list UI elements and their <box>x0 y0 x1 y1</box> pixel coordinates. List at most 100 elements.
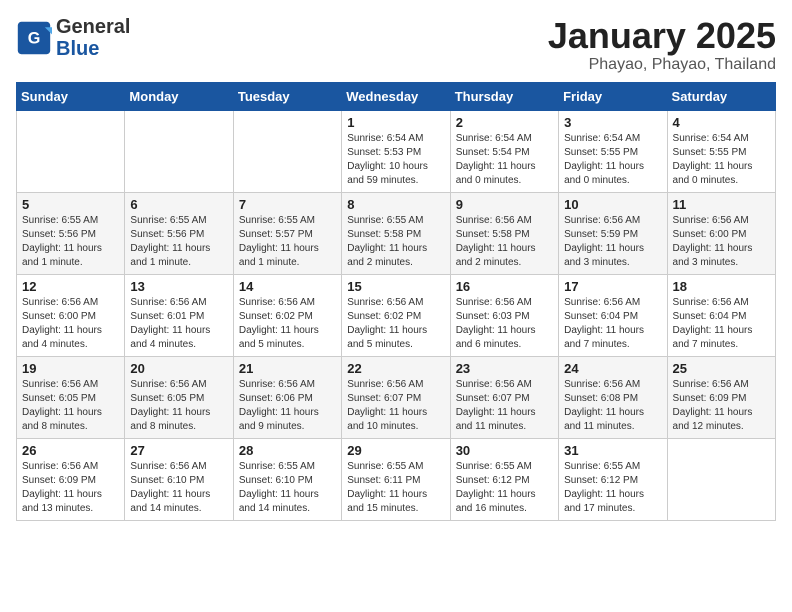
weekday-header-thursday: Thursday <box>450 82 558 110</box>
day-number: 22 <box>347 361 444 376</box>
calendar-cell: 3Sunrise: 6:54 AM Sunset: 5:55 PM Daylig… <box>559 110 667 192</box>
weekday-header-wednesday: Wednesday <box>342 82 450 110</box>
calendar-cell: 29 Sunrise: 6:55 AM Sunset: 6:11 PM Dayli… <box>342 438 450 520</box>
day-info: Sunrise: 6:56 AM Sunset: 6:09 PM Dayligh… <box>673 378 770 434</box>
day-info: Sunrise: 6:56 AM Sunset: 6:09 PM Dayligh… <box>22 460 119 516</box>
calendar-cell: 20 Sunrise: 6:56 AM Sunset: 6:05 PM Dayli… <box>125 356 233 438</box>
title-area: January 2025 Phayao, Phayao, Thailand <box>548 16 776 74</box>
day-info: Sunrise: 6:55 AM Sunset: 6:11 PM Dayligh… <box>347 460 444 516</box>
day-number: 28 <box>239 443 336 458</box>
calendar-cell: 17 Sunrise: 6:56 AM Sunset: 6:04 PM Dayli… <box>559 274 667 356</box>
calendar-cell: 10Sunrise: 6:56 AM Sunset: 5:59 PM Dayli… <box>559 192 667 274</box>
day-number: 16 <box>456 279 553 294</box>
calendar-cell: 31Sunrise: 6:55 AM Sunset: 6:12 PM Dayli… <box>559 438 667 520</box>
calendar-cell: 22 Sunrise: 6:56 AM Sunset: 6:07 PM Dayli… <box>342 356 450 438</box>
day-number: 29 <box>347 443 444 458</box>
day-info: Sunrise: 6:56 AM Sunset: 6:07 PM Dayligh… <box>456 378 553 434</box>
day-info: Sunrise: 6:56 AM Sunset: 6:04 PM Dayligh… <box>673 296 770 352</box>
day-info: Sunrise: 6:56 AM Sunset: 6:00 PM Dayligh… <box>673 214 770 270</box>
day-number: 4 <box>673 115 770 130</box>
day-number: 13 <box>130 279 227 294</box>
calendar-week-3: 12 Sunrise: 6:56 AM Sunset: 6:00 PM Dayli… <box>17 274 776 356</box>
day-number: 8 <box>347 197 444 212</box>
day-number: 30 <box>456 443 553 458</box>
day-info: Sunrise: 6:56 AM Sunset: 5:58 PM Dayligh… <box>456 214 553 270</box>
day-number: 12 <box>22 279 119 294</box>
weekday-header-saturday: Saturday <box>667 82 775 110</box>
day-info: Sunrise: 6:56 AM Sunset: 6:01 PM Dayligh… <box>130 296 227 352</box>
day-info: Sunrise: 6:56 AM Sunset: 6:07 PM Dayligh… <box>347 378 444 434</box>
calendar-cell: 30 Sunrise: 6:55 AM Sunset: 6:12 PM Dayli… <box>450 438 558 520</box>
day-info: Sunrise: 6:55 AM Sunset: 5:56 PM Dayligh… <box>22 214 119 270</box>
day-info: Sunrise: 6:54 AM Sunset: 5:55 PM Dayligh… <box>673 132 770 188</box>
day-number: 7 <box>239 197 336 212</box>
day-info: Sunrise: 6:55 AM Sunset: 6:12 PM Dayligh… <box>456 460 553 516</box>
day-info: Sunrise: 6:56 AM Sunset: 6:03 PM Dayligh… <box>456 296 553 352</box>
calendar-week-4: 19Sunrise: 6:56 AM Sunset: 6:05 PM Dayli… <box>17 356 776 438</box>
day-info: Sunrise: 6:56 AM Sunset: 5:59 PM Dayligh… <box>564 214 661 270</box>
calendar-cell <box>125 110 233 192</box>
weekday-header-tuesday: Tuesday <box>233 82 341 110</box>
calendar-cell <box>667 438 775 520</box>
calendar-cell: 16 Sunrise: 6:56 AM Sunset: 6:03 PM Dayli… <box>450 274 558 356</box>
day-number: 21 <box>239 361 336 376</box>
day-info: Sunrise: 6:55 AM Sunset: 6:12 PM Dayligh… <box>564 460 661 516</box>
day-number: 23 <box>456 361 553 376</box>
calendar-cell: 19Sunrise: 6:56 AM Sunset: 6:05 PM Dayli… <box>17 356 125 438</box>
day-info: Sunrise: 6:56 AM Sunset: 6:04 PM Dayligh… <box>564 296 661 352</box>
calendar-week-1: 1Sunrise: 6:54 AM Sunset: 5:53 PM Daylig… <box>17 110 776 192</box>
calendar-cell: 6 Sunrise: 6:55 AM Sunset: 5:56 PM Daylig… <box>125 192 233 274</box>
day-number: 1 <box>347 115 444 130</box>
logo: G General Blue <box>16 16 130 60</box>
calendar-cell <box>17 110 125 192</box>
day-number: 18 <box>673 279 770 294</box>
calendar-cell: 28 Sunrise: 6:55 AM Sunset: 6:10 PM Dayli… <box>233 438 341 520</box>
day-info: Sunrise: 6:56 AM Sunset: 6:00 PM Dayligh… <box>22 296 119 352</box>
calendar-cell: 12 Sunrise: 6:56 AM Sunset: 6:00 PM Dayli… <box>17 274 125 356</box>
calendar-cell: 24 Sunrise: 6:56 AM Sunset: 6:08 PM Dayli… <box>559 356 667 438</box>
calendar-cell: 27 Sunrise: 6:56 AM Sunset: 6:10 PM Dayli… <box>125 438 233 520</box>
day-info: Sunrise: 6:54 AM Sunset: 5:54 PM Dayligh… <box>456 132 553 188</box>
day-number: 26 <box>22 443 119 458</box>
weekday-header-sunday: Sunday <box>17 82 125 110</box>
day-info: Sunrise: 6:56 AM Sunset: 6:02 PM Dayligh… <box>239 296 336 352</box>
calendar-cell: 13 Sunrise: 6:56 AM Sunset: 6:01 PM Dayli… <box>125 274 233 356</box>
day-number: 25 <box>673 361 770 376</box>
day-info: Sunrise: 6:55 AM Sunset: 5:58 PM Dayligh… <box>347 214 444 270</box>
day-number: 17 <box>564 279 661 294</box>
day-info: Sunrise: 6:56 AM Sunset: 6:02 PM Dayligh… <box>347 296 444 352</box>
weekday-header-friday: Friday <box>559 82 667 110</box>
day-number: 20 <box>130 361 227 376</box>
day-number: 11 <box>673 197 770 212</box>
day-info: Sunrise: 6:56 AM Sunset: 6:05 PM Dayligh… <box>130 378 227 434</box>
page-header: G General Blue January 2025 Phayao, Phay… <box>16 16 776 74</box>
logo-icon: G <box>16 20 52 56</box>
day-info: Sunrise: 6:54 AM Sunset: 5:55 PM Dayligh… <box>564 132 661 188</box>
location-subtitle: Phayao, Phayao, Thailand <box>548 56 776 74</box>
calendar-cell: 15 Sunrise: 6:56 AM Sunset: 6:02 PM Dayli… <box>342 274 450 356</box>
calendar-week-5: 26 Sunrise: 6:56 AM Sunset: 6:09 PM Dayli… <box>17 438 776 520</box>
calendar-cell: 8 Sunrise: 6:55 AM Sunset: 5:58 PM Daylig… <box>342 192 450 274</box>
month-title: January 2025 <box>548 16 776 56</box>
calendar-cell: 11 Sunrise: 6:56 AM Sunset: 6:00 PM Dayli… <box>667 192 775 274</box>
day-info: Sunrise: 6:55 AM Sunset: 5:56 PM Dayligh… <box>130 214 227 270</box>
day-number: 27 <box>130 443 227 458</box>
calendar-week-2: 5Sunrise: 6:55 AM Sunset: 5:56 PM Daylig… <box>17 192 776 274</box>
day-info: Sunrise: 6:56 AM Sunset: 6:08 PM Dayligh… <box>564 378 661 434</box>
calendar-cell: 25 Sunrise: 6:56 AM Sunset: 6:09 PM Dayli… <box>667 356 775 438</box>
day-info: Sunrise: 6:56 AM Sunset: 6:10 PM Dayligh… <box>130 460 227 516</box>
day-number: 14 <box>239 279 336 294</box>
calendar-cell: 9Sunrise: 6:56 AM Sunset: 5:58 PM Daylig… <box>450 192 558 274</box>
calendar-cell: 14 Sunrise: 6:56 AM Sunset: 6:02 PM Dayli… <box>233 274 341 356</box>
calendar-cell: 1Sunrise: 6:54 AM Sunset: 5:53 PM Daylig… <box>342 110 450 192</box>
day-number: 2 <box>456 115 553 130</box>
day-number: 15 <box>347 279 444 294</box>
calendar-cell: 7Sunrise: 6:55 AM Sunset: 5:57 PM Daylig… <box>233 192 341 274</box>
day-number: 6 <box>130 197 227 212</box>
day-info: Sunrise: 6:56 AM Sunset: 6:05 PM Dayligh… <box>22 378 119 434</box>
day-info: Sunrise: 6:56 AM Sunset: 6:06 PM Dayligh… <box>239 378 336 434</box>
svg-text:G: G <box>28 29 41 47</box>
day-number: 24 <box>564 361 661 376</box>
day-info: Sunrise: 6:55 AM Sunset: 6:10 PM Dayligh… <box>239 460 336 516</box>
calendar-cell: 2 Sunrise: 6:54 AM Sunset: 5:54 PM Daylig… <box>450 110 558 192</box>
